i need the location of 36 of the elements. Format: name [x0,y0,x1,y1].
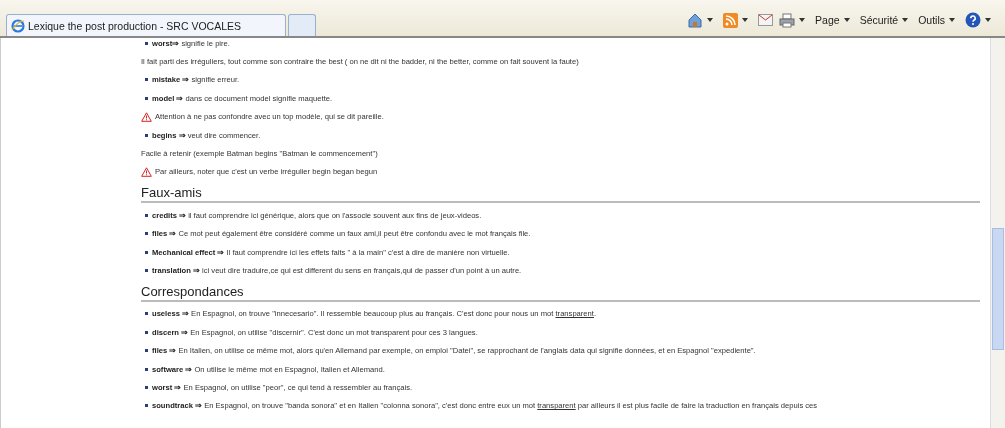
warning-icon [141,166,152,177]
browser-logo-icon [11,18,25,33]
browser-tab[interactable]: Lexique the post production - SRC VOCALES [6,14,286,36]
caret-icon[interactable] [742,18,749,22]
caret-icon[interactable] [902,18,909,22]
bullet-icon [145,78,148,82]
bullet-icon [145,41,148,45]
section-heading: Faux-amis [141,185,202,201]
mail-icon[interactable] [758,14,774,26]
bullet-icon [145,330,148,334]
help-icon[interactable] [965,12,981,28]
caret-icon[interactable] [843,18,850,22]
toolbar-menu[interactable]: Page [815,14,840,26]
caret-icon[interactable] [707,18,714,22]
bullet-icon [145,96,148,100]
toolbar-menu[interactable]: Sécurité [859,14,899,26]
bullet-icon [145,133,148,137]
section-heading: Correspondances [141,283,244,299]
caret-icon[interactable] [949,18,955,22]
bullet-icon [145,232,148,236]
caret-icon[interactable] [985,18,991,22]
bullet-icon [145,404,148,408]
bullet-icon [145,385,148,389]
home-icon[interactable] [687,12,704,28]
bullet-icon [145,250,148,254]
printer-icon[interactable] [779,12,796,28]
bullet-icon [145,312,148,316]
scrollbar-thumb[interactable] [992,228,1004,350]
bullet-icon [145,367,148,371]
bullet-icon [145,349,148,353]
warning-icon [141,111,152,122]
toolbar-menu[interactable]: Outils [918,14,945,26]
scrollbar[interactable] [990,38,1005,428]
bullet-icon [145,269,148,272]
bullet-icon [145,213,148,217]
caret-icon[interactable] [799,18,806,22]
